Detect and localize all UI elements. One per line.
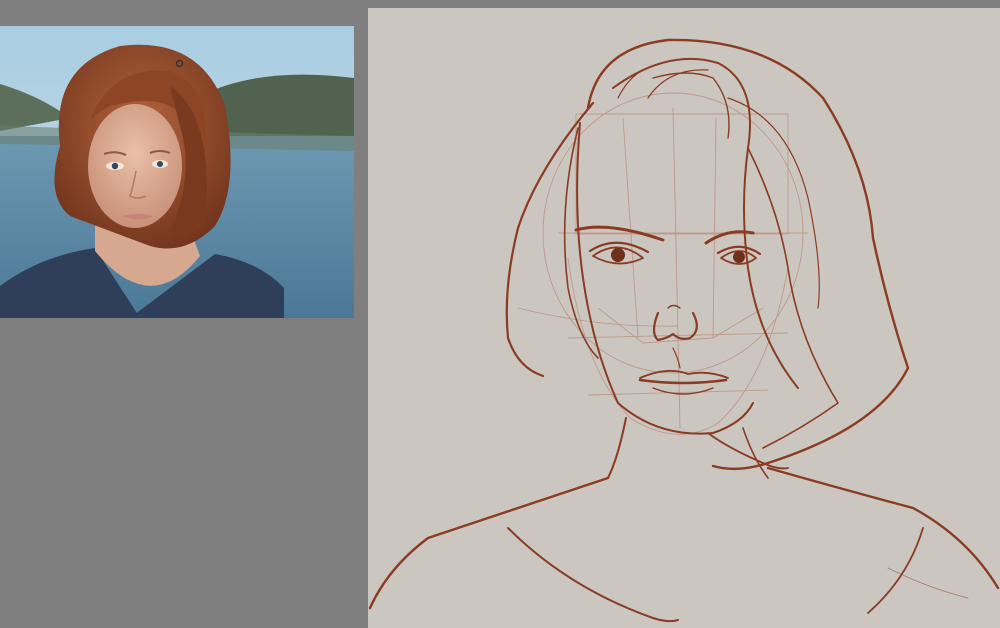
reference-image-panel[interactable]	[0, 26, 354, 318]
brush-circle-icon	[176, 60, 183, 67]
workspace	[0, 0, 1000, 628]
drawing-canvas[interactable]	[368, 8, 1000, 628]
sketch-strokes	[368, 38, 1000, 623]
reference-photo	[0, 26, 354, 318]
portrait-sketch	[368, 38, 1000, 623]
